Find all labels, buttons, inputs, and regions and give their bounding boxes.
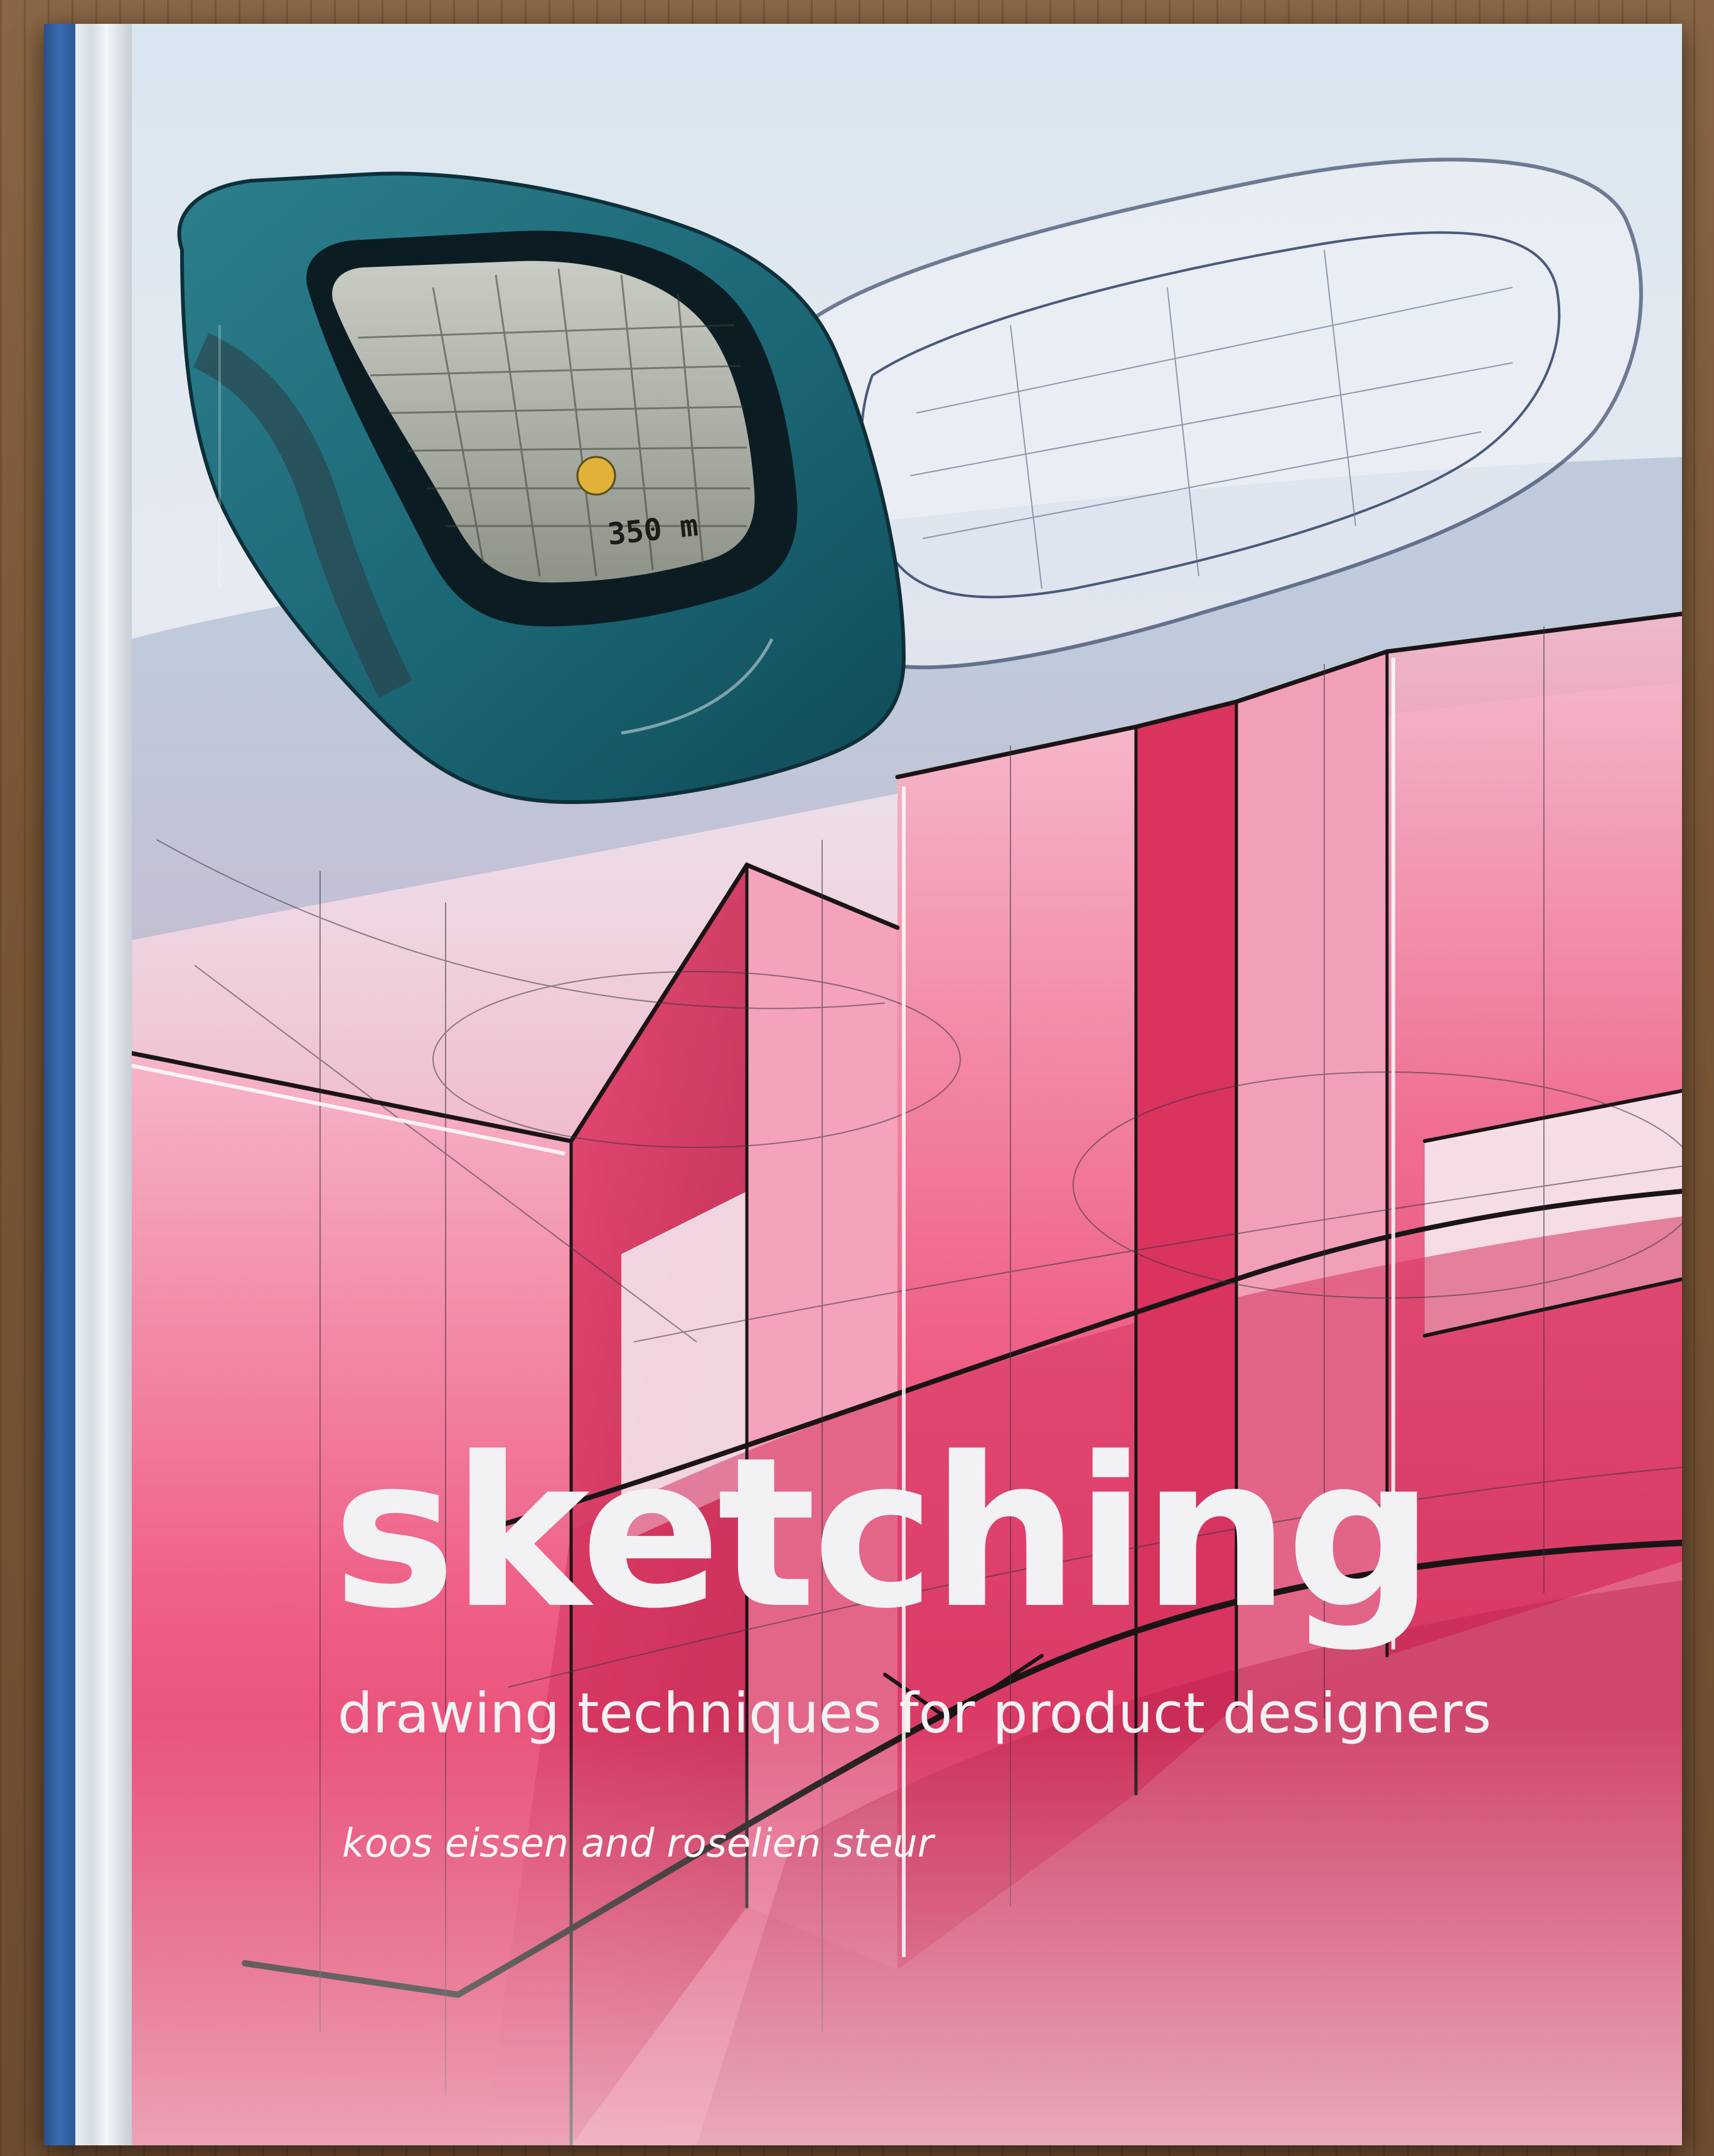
book-hinge (75, 24, 132, 2145)
photo-scene: 350 m sketching drawing techniques for p… (0, 0, 1714, 2156)
book-cover: 350 m sketching drawing techniques for p… (44, 24, 1682, 2145)
screen-marker (576, 456, 616, 496)
book-subtitle: drawing techniques for product designers (338, 1681, 1492, 1746)
book-authors: koos eissen and roselien steur (342, 1820, 934, 1866)
book-spine (44, 24, 75, 2145)
bottom-fade (132, 1719, 1682, 2145)
book-title: sketching (333, 1413, 1434, 1654)
cover-artwork: 350 m sketching drawing techniques for p… (132, 24, 1682, 2145)
